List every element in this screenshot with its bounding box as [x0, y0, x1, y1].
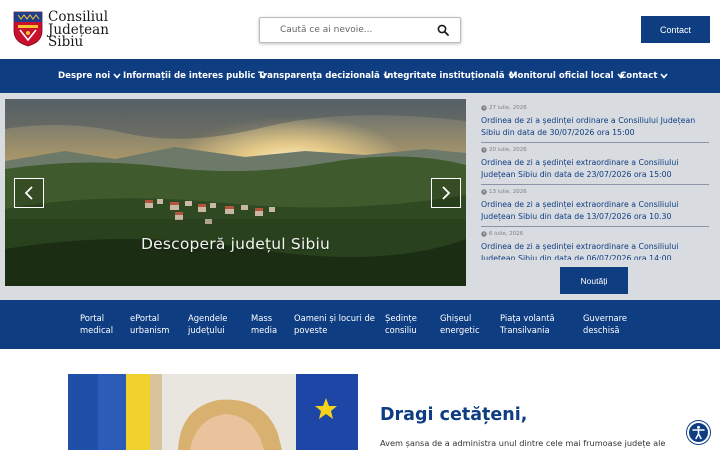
quick-link-line: Ședințe — [385, 313, 417, 323]
nav-item-integritate[interactable]: Integritate instituțională — [384, 71, 516, 81]
nav-item-label: Despre noi — [58, 71, 111, 81]
quick-link-line: poveste — [294, 325, 328, 335]
news-date-text: 20 iulie, 2026 — [489, 146, 527, 153]
logo-text: Consiliul Județean Sibiu — [48, 11, 109, 49]
president-photo — [68, 374, 358, 450]
news-list: 27 iulie, 2026 Ordinea de zi a ședinței … — [481, 101, 709, 260]
news-item[interactable]: 20 iulie, 2026 Ordinea de zi a ședinței … — [481, 145, 709, 185]
quick-link-line: ePortal — [130, 313, 160, 323]
news-button[interactable]: Noutăți — [560, 267, 628, 294]
quick-link-line: urbanism — [130, 325, 170, 335]
news-item[interactable]: 27 iulie, 2026 Ordinea de zi a ședinței … — [481, 103, 709, 143]
news-item[interactable]: 13 iulie, 2026 Ordinea de zi a ședinței … — [481, 187, 709, 227]
news-date: 20 iulie, 2026 — [481, 145, 709, 154]
accessibility-icon — [692, 425, 705, 440]
header: Consiliul Județean Sibiu Contact — [0, 0, 720, 59]
nav-item-label: Monitorul oficial local — [509, 71, 614, 81]
logo-line-3: Sibiu — [48, 34, 84, 50]
quick-link-sedinte[interactable]: Ședințe consiliu — [385, 312, 417, 336]
quick-link-line: deschisă — [583, 325, 620, 335]
news-title: Ordinea de zi a ședinței extraordinare a… — [481, 200, 679, 221]
quick-link-agendele[interactable]: Agendele județului — [188, 312, 227, 336]
quick-links-bar: Portal medical ePortal urbanism Agendele… — [0, 300, 720, 349]
quick-link-line: Oameni și locuri de — [294, 313, 375, 323]
nav-item-contact[interactable]: Contact — [620, 71, 669, 81]
clock-icon — [481, 188, 487, 195]
news-title: Ordinea de zi a ședinței extraordinare a… — [481, 242, 679, 260]
news-date: 6 iulie, 2026 — [481, 229, 709, 238]
clock-icon — [481, 146, 487, 153]
news-date-text: 6 iulie, 2026 — [489, 230, 524, 237]
quick-link-ghiseul[interactable]: Ghișeul energetic — [440, 312, 480, 336]
chevron-down-icon — [113, 73, 121, 79]
chevron-left-icon — [24, 186, 33, 200]
quick-link-mass-media[interactable]: Mass media — [251, 312, 277, 336]
nav-item-despre-noi[interactable]: Despre noi — [58, 71, 121, 81]
quick-link-line: Mass — [251, 313, 273, 323]
news-date: 13 iulie, 2026 — [481, 187, 709, 196]
page: Consiliul Județean Sibiu Contact Despre … — [0, 0, 720, 450]
quick-link-line: Portal — [80, 313, 105, 323]
news-title: Ordinea de zi a ședinței extraordinare a… — [481, 158, 679, 179]
quick-link-line: medical — [80, 325, 114, 335]
clock-icon — [481, 230, 487, 237]
slide-caption: Descoperă județul Sibiu — [140, 235, 331, 253]
slider-prev-button[interactable] — [14, 178, 44, 208]
quick-link-line: județului — [188, 325, 225, 335]
image-slider: Descoperă județul Sibiu — [5, 99, 466, 286]
news-date-text: 27 iulie, 2026 — [489, 104, 527, 111]
quick-link-line: Guvernare — [583, 313, 628, 323]
slider-next-button[interactable] — [431, 178, 461, 208]
welcome-title: Dragi cetățeni, — [380, 405, 528, 425]
chevron-down-icon — [660, 73, 669, 79]
search-icon[interactable] — [437, 24, 449, 36]
nav-item-label: Contact — [620, 71, 658, 81]
news-title: Ordinea de zi a ședinței ordinare a Cons… — [481, 116, 696, 137]
coat-of-arms-icon — [13, 11, 43, 47]
quick-link-piata-volanta[interactable]: Piața volantă Transilvania — [500, 312, 555, 336]
clock-icon — [481, 104, 487, 111]
main-nav: Despre noi Informații de interes public … — [0, 59, 720, 93]
accessibility-button[interactable] — [687, 421, 710, 444]
quick-link-eportal-urbanism[interactable]: ePortal urbanism — [130, 312, 169, 336]
nav-item-informatii[interactable]: Informații de interes public — [123, 71, 267, 81]
nav-item-monitorul[interactable]: Monitorul oficial local — [509, 71, 625, 81]
quick-link-line: Piața volantă — [500, 313, 555, 323]
welcome-text: Avem șansa de a administra unul dintre c… — [380, 438, 666, 448]
search-box — [259, 17, 461, 43]
nav-item-label: Informații de interes public — [123, 71, 256, 81]
quick-link-oameni-locuri[interactable]: Oameni și locuri de poveste — [294, 312, 375, 336]
photo-image — [68, 374, 358, 450]
search-input[interactable] — [260, 18, 432, 42]
nav-item-transparenta[interactable]: Transparența decizională — [258, 71, 391, 81]
chevron-right-icon — [442, 186, 451, 200]
quick-link-line: Ghișeul — [440, 313, 472, 323]
slide-image — [5, 99, 466, 286]
contact-button[interactable]: Contact — [641, 16, 710, 43]
quick-link-portal-medical[interactable]: Portal medical — [80, 312, 113, 336]
nav-item-label: Integritate instituțională — [384, 71, 505, 81]
quick-link-line: media — [251, 325, 278, 335]
quick-link-line: energetic — [440, 325, 480, 335]
site-logo[interactable]: Consiliul Județean Sibiu — [13, 11, 109, 49]
quick-link-line: consiliu — [385, 325, 417, 335]
news-date-text: 13 iulie, 2026 — [489, 188, 527, 195]
news-date: 27 iulie, 2026 — [481, 103, 709, 112]
nav-item-label: Transparența decizională — [258, 71, 380, 81]
news-item[interactable]: 6 iulie, 2026 Ordinea de zi a ședinței e… — [481, 229, 709, 261]
quick-link-guvernare[interactable]: Guvernare deschisă — [583, 312, 627, 336]
quick-link-line: Transilvania — [500, 325, 550, 335]
quick-link-line: Agendele — [188, 313, 228, 323]
